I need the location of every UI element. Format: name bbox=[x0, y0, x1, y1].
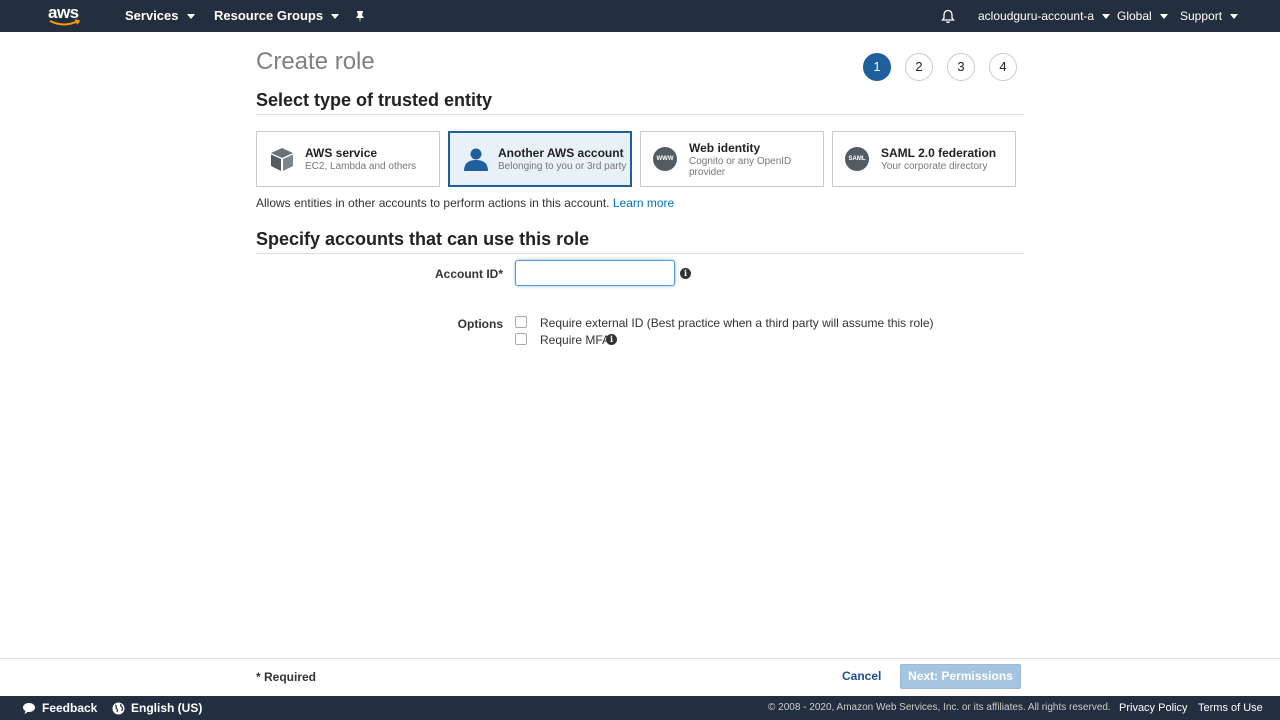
bell-icon bbox=[941, 9, 955, 24]
aws-logo[interactable]: aws bbox=[48, 4, 82, 27]
require-external-id-checkbox[interactable] bbox=[515, 316, 527, 328]
divider bbox=[256, 253, 1024, 254]
card-subtitle: Belonging to you or 3rd party bbox=[498, 161, 627, 172]
description-text: Allows entities in other accounts to per… bbox=[256, 196, 610, 210]
info-icon[interactable]: i bbox=[606, 334, 617, 345]
resource-groups-label: Resource Groups bbox=[214, 8, 324, 23]
account-menu[interactable]: acloudguru-account-a bbox=[978, 0, 1111, 32]
terms-of-use-link[interactable]: Terms of Use bbox=[1198, 696, 1263, 720]
region-menu[interactable]: Global bbox=[1117, 0, 1168, 32]
language-label: English (US) bbox=[131, 701, 203, 715]
card-title: SAML 2.0 federation bbox=[881, 146, 997, 160]
card-subtitle: Your corporate directory bbox=[881, 161, 988, 172]
pin-button[interactable] bbox=[354, 0, 366, 32]
pin-icon bbox=[356, 10, 364, 23]
options-label: Options bbox=[457, 317, 503, 331]
step-4[interactable]: 4 bbox=[989, 53, 1017, 81]
www-icon-text: WWW bbox=[653, 147, 677, 171]
feedback-link[interactable]: Feedback bbox=[22, 696, 97, 720]
specify-accounts-heading: Specify accounts that can use this role bbox=[256, 229, 590, 249]
require-external-id-label: Require external ID (Best practice when … bbox=[540, 316, 934, 330]
footer-bar bbox=[0, 658, 1280, 696]
region-label: Global bbox=[1117, 9, 1152, 23]
chevron-down-icon bbox=[1230, 14, 1239, 20]
saml-icon: SAML bbox=[845, 147, 871, 173]
card-subtitle: Cognito or any OpenID provider bbox=[689, 156, 792, 178]
require-mfa-checkbox[interactable] bbox=[515, 333, 527, 345]
trusted-entity-heading: Select type of trusted entity bbox=[256, 90, 493, 110]
support-menu[interactable]: Support bbox=[1180, 0, 1239, 32]
services-label: Services bbox=[125, 8, 179, 23]
info-icon[interactable]: i bbox=[680, 268, 691, 279]
card-another-aws-account[interactable]: Another AWS account Belonging to you or … bbox=[448, 131, 632, 187]
step-3[interactable]: 3 bbox=[947, 53, 975, 81]
card-saml-federation[interactable]: SAML SAML 2.0 federation Your corporate … bbox=[832, 131, 1016, 187]
bottom-bar: Feedback English (US) © 2008 - 2020, Ama… bbox=[0, 696, 1280, 720]
copyright-text: © 2008 - 2020, Amazon Web Services, Inc.… bbox=[768, 702, 1111, 713]
step-2[interactable]: 2 bbox=[905, 53, 933, 81]
account-id-label: Account ID* bbox=[434, 267, 503, 281]
user-icon bbox=[464, 148, 488, 171]
support-label: Support bbox=[1180, 9, 1223, 23]
learn-more-link[interactable]: Learn more bbox=[613, 196, 674, 210]
required-note: * Required bbox=[256, 670, 317, 684]
account-id-input[interactable] bbox=[515, 260, 675, 286]
chevron-down-icon bbox=[186, 14, 195, 20]
step-1[interactable]: 1 bbox=[863, 53, 891, 81]
card-aws-service[interactable]: AWS service EC2, Lambda and others bbox=[256, 131, 440, 187]
card-title: Web identity bbox=[689, 141, 761, 155]
cancel-button[interactable]: Cancel bbox=[836, 664, 887, 688]
chevron-down-icon bbox=[1102, 14, 1111, 20]
language-selector[interactable]: English (US) bbox=[112, 696, 202, 720]
speech-bubble-icon bbox=[23, 703, 35, 715]
page-title: Create role bbox=[256, 48, 375, 75]
feedback-label: Feedback bbox=[42, 701, 98, 715]
chevron-down-icon bbox=[1159, 14, 1168, 20]
www-icon: WWW bbox=[653, 147, 679, 173]
box-icon bbox=[271, 148, 293, 171]
privacy-policy-link[interactable]: Privacy Policy bbox=[1119, 696, 1187, 720]
card-subtitle: EC2, Lambda and others bbox=[305, 161, 417, 172]
saml-icon-text: SAML bbox=[845, 147, 869, 171]
services-menu[interactable]: Services bbox=[125, 0, 195, 32]
card-title: Another AWS account bbox=[498, 146, 624, 160]
account-label: acloudguru-account-a bbox=[978, 9, 1095, 23]
require-mfa-label: Require MFA bbox=[540, 333, 611, 347]
divider bbox=[256, 114, 1024, 115]
resource-groups-menu[interactable]: Resource Groups bbox=[214, 0, 340, 32]
card-title: AWS service bbox=[305, 146, 378, 160]
aws-smile-icon bbox=[49, 19, 81, 26]
notifications-button[interactable] bbox=[941, 0, 955, 32]
chevron-down-icon bbox=[331, 14, 340, 20]
entity-description: Allows entities in other accounts to per… bbox=[256, 196, 674, 210]
next-permissions-button[interactable]: Next: Permissions bbox=[900, 664, 1021, 689]
card-web-identity[interactable]: WWW Web identity Cognito or any OpenID p… bbox=[640, 131, 824, 187]
top-navigation: aws Services Resource Groups acloudguru-… bbox=[0, 0, 1280, 32]
globe-icon bbox=[112, 702, 125, 715]
